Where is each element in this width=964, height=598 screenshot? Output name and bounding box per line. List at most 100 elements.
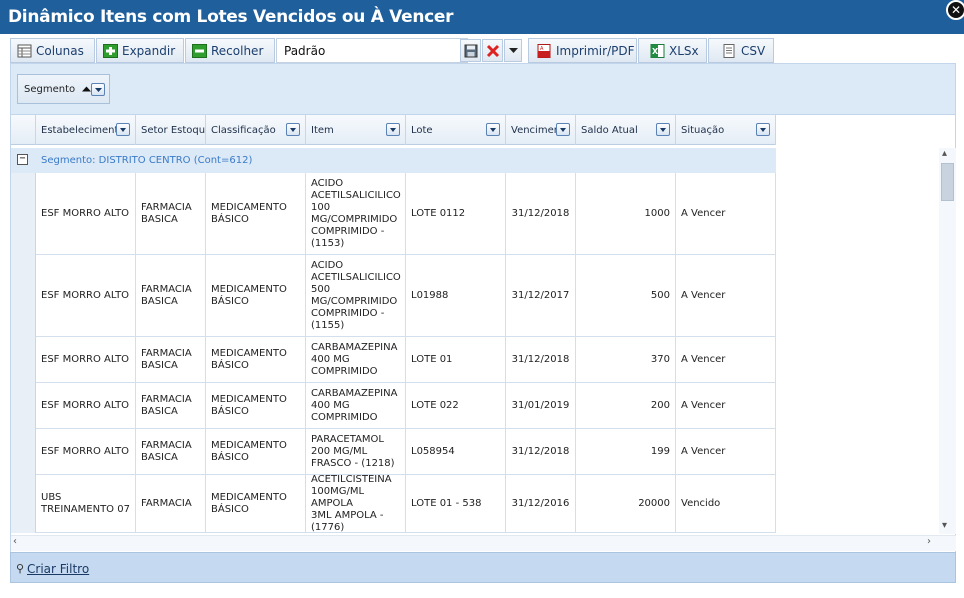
table-row[interactable]: ESF MORRO ALTO FARMACIA BASICA MEDICAMENTO…: [36, 383, 776, 429]
vertical-scrollbar[interactable]: ▴ ▾: [939, 148, 956, 534]
scroll-left-icon[interactable]: ‹: [13, 536, 17, 547]
cell-estabelecimento: ESF MORRO ALTO: [36, 429, 136, 474]
cell-text: 31/12/2018: [511, 445, 570, 457]
collapse-group-icon[interactable]: −: [17, 154, 28, 165]
column-filter-icon[interactable]: [116, 123, 130, 136]
horizontal-scrollbar[interactable]: ‹ ›: [11, 535, 956, 551]
table-row[interactable]: ESF MORRO ALTO FARMACIA BASICA MEDICAMENTO…: [36, 255, 776, 337]
delete-layout-button[interactable]: [482, 39, 503, 62]
cell-text: 31/12/2018: [511, 353, 570, 365]
csv-button[interactable]: CSV: [708, 38, 774, 63]
print-pdf-button[interactable]: A Imprimir/PDF: [528, 38, 637, 63]
cell-item: ACIDO ACETILSALICILICO 100 MG/COMPRIMIDO…: [306, 173, 406, 254]
cell-setor-estoque: FARMACIA BASICA: [136, 429, 206, 474]
cell-text: MEDICAMENTO BÁSICO: [211, 393, 287, 417]
column-header-estabelecimento[interactable]: Estabelecimento: [36, 115, 136, 145]
sort-ascending-icon[interactable]: [82, 86, 92, 92]
cell-saldo-atual: 199: [576, 429, 676, 474]
data-grid: Estabelecimento Setor Estoque Classificaçã…: [10, 115, 956, 552]
column-filter-icon[interactable]: [656, 123, 670, 136]
column-filter-icon[interactable]: [486, 123, 500, 136]
scroll-down-icon[interactable]: ▾: [942, 520, 947, 531]
cell-setor-estoque: FARMACIA: [136, 475, 206, 532]
cell-saldo-atual: 20000: [576, 475, 676, 532]
cell-lote: LOTE 01 - 538: [406, 475, 506, 532]
scroll-thumb[interactable]: [941, 163, 954, 201]
cell-text: 20000: [638, 497, 670, 509]
cell-vencimento: 31/12/2018: [506, 337, 576, 382]
cell-setor-estoque: FARMACIA BASICA: [136, 255, 206, 336]
layout-dropdown-button[interactable]: [504, 39, 522, 62]
column-header-item[interactable]: Item: [306, 115, 406, 145]
table-row[interactable]: ESF MORRO ALTO FARMACIA BASICA MEDICAMENTO…: [36, 173, 776, 255]
cell-text: 31/12/2018: [511, 207, 570, 219]
row-gutter: [11, 173, 36, 533]
window-title: Dinâmico Itens com Lotes Vencidos ou À V…: [8, 7, 454, 27]
cell-saldo-atual: 200: [576, 383, 676, 428]
cell-text: 199: [650, 445, 670, 457]
header-gutter: [11, 115, 36, 145]
cell-text: A Vencer: [681, 289, 726, 301]
cell-text: A Vencer: [681, 445, 726, 457]
expand-button[interactable]: Expandir: [96, 38, 184, 63]
column-header-saldo-atual[interactable]: Saldo Atual: [576, 115, 676, 145]
cell-situacao: A Vencer: [676, 383, 776, 428]
group-chip-filter-icon[interactable]: [91, 83, 105, 96]
table-row[interactable]: ESF MORRO ALTO FARMACIA BASICA MEDICAMENTO…: [36, 429, 776, 475]
column-header-classificacao[interactable]: Classificação: [206, 115, 306, 145]
filter-funnel-icon: ⚲: [16, 563, 25, 575]
expand-label: Expandir: [122, 43, 176, 58]
create-filter-link[interactable]: Criar Filtro: [27, 562, 89, 576]
cell-text: CARBAMAZEPINA 400 MG COMPRIMIDO: [311, 387, 398, 423]
column-header-vencimento[interactable]: Vencimento: [506, 115, 576, 145]
cell-estabelecimento: ESF MORRO ALTO: [36, 255, 136, 336]
group-chip-segmento[interactable]: Segmento: [17, 74, 110, 104]
cell-item: CARBAMAZEPINA 400 MG COMPRIMIDO: [306, 337, 406, 382]
cell-text: ACIDO ACETILSALICILICO 100 MG/COMPRIMIDO…: [311, 177, 401, 249]
cell-item: PARACETAMOL 200 MG/ML FRASCO - (1218): [306, 429, 406, 474]
cell-text: MEDICAMENTO BÁSICO: [211, 347, 287, 371]
column-filter-icon[interactable]: [756, 123, 770, 136]
columns-label: Colunas: [36, 43, 84, 58]
xlsx-button[interactable]: X XLSx: [638, 38, 707, 63]
cell-text: 31/01/2019: [511, 399, 570, 411]
cell-text: 500: [650, 289, 670, 301]
column-filter-icon[interactable]: [556, 123, 570, 136]
plus-icon: [103, 43, 118, 58]
column-header-lote[interactable]: Lote: [406, 115, 506, 145]
cell-setor-estoque: FARMACIA BASICA: [136, 337, 206, 382]
table-row[interactable]: ESF MORRO ALTO FARMACIA BASICA MEDICAMENTO…: [36, 337, 776, 383]
cell-text: FARMACIA BASICA: [141, 347, 192, 371]
column-filter-icon[interactable]: [386, 123, 400, 136]
cell-text: L058954: [411, 445, 455, 457]
cell-text: MEDICAMENTO BÁSICO: [211, 283, 287, 307]
save-layout-button[interactable]: [460, 39, 481, 62]
close-icon[interactable]: ✕: [946, 0, 964, 20]
table-row[interactable]: UBS TREINAMENTO 07 FARMACIA MEDICAMENTO BÁ…: [36, 474, 776, 533]
layout-preset-input[interactable]: Padrão: [276, 38, 468, 63]
collapse-button[interactable]: Recolher: [185, 38, 275, 63]
column-header-situacao[interactable]: Situação: [676, 115, 776, 145]
cell-classificacao: MEDICAMENTO BÁSICO: [206, 255, 306, 336]
column-header-label: Situação: [681, 125, 725, 136]
column-header-setor-estoque[interactable]: Setor Estoque: [136, 115, 206, 145]
cell-vencimento: 31/12/2016: [506, 475, 576, 532]
columns-icon: [17, 44, 32, 58]
column-header-label: Saldo Atual: [581, 125, 638, 136]
window-titlebar: Dinâmico Itens com Lotes Vencidos ou À V…: [0, 0, 964, 34]
delete-icon: [486, 44, 499, 57]
column-header-label: Item: [311, 125, 334, 136]
scroll-up-icon[interactable]: ▴: [942, 148, 947, 159]
cell-situacao: A Vencer: [676, 429, 776, 474]
cell-text: L01988: [411, 289, 449, 301]
cell-item: ACIDO ACETILSALICILICO 500 MG/COMPRIMIDO…: [306, 255, 406, 336]
footer-bar: ⚲ Criar Filtro: [10, 552, 956, 583]
column-header-label: Setor Estoque: [141, 125, 206, 136]
cell-lote: L058954: [406, 429, 506, 474]
cell-text: Vencido: [681, 497, 721, 509]
column-filter-icon[interactable]: [286, 123, 300, 136]
cell-situacao: Vencido: [676, 475, 776, 532]
cell-text: ESF MORRO ALTO: [41, 289, 130, 301]
columns-button[interactable]: Colunas: [10, 38, 95, 63]
scroll-right-icon[interactable]: ›: [927, 536, 931, 547]
